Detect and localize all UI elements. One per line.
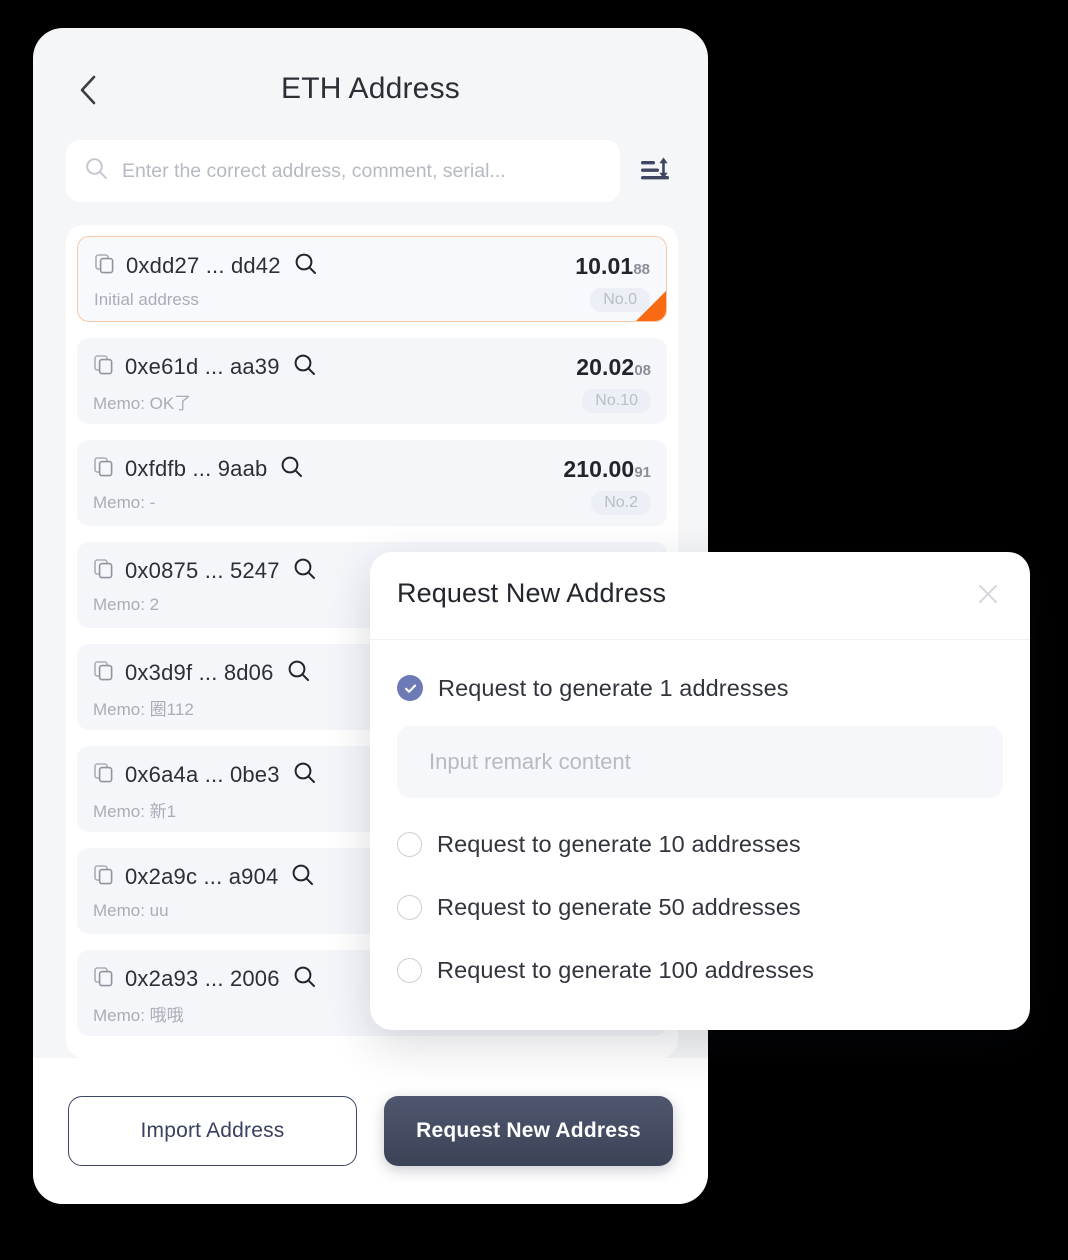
balance-main: 20.02	[576, 353, 635, 380]
balance-decimal: 91	[634, 463, 651, 481]
address-text: 0x6a4a ... 0be3	[125, 762, 280, 787]
view-address-icon[interactable]	[293, 353, 316, 381]
close-button[interactable]	[968, 576, 1008, 616]
radio-unchecked-icon	[397, 894, 422, 920]
view-address-icon[interactable]	[294, 252, 317, 280]
memo-text: Memo: OK了	[93, 393, 192, 413]
address-text: 0xe61d ... aa39	[125, 354, 280, 379]
app-header: ETH Address	[33, 28, 708, 132]
address-card[interactable]: 0xe61d ... aa39 20.02 08 Memo: OK了 No.10	[77, 338, 667, 424]
dialog-body: Request to generate 1 addresses Input re…	[370, 640, 1030, 990]
balance-main: 210.00	[563, 455, 635, 482]
address-row-bottom: Initial address No.0	[94, 285, 650, 315]
radio-unchecked-icon	[397, 831, 422, 857]
copy-icon[interactable]	[94, 253, 115, 279]
serial-badge: No.10	[582, 389, 651, 413]
memo-text: Memo: uu	[93, 901, 169, 920]
address-row-top: 0xfdfb ... 9aab 210.00 91	[93, 452, 651, 486]
view-address-icon[interactable]	[291, 863, 314, 891]
address-text: 0x0875 ... 5247	[125, 558, 280, 583]
screen: ETH Address Enter the correct address, c…	[0, 0, 1068, 1260]
address-text: 0xfdfb ... 9aab	[125, 456, 268, 481]
address-row-bottom: Memo: OK了 No.10	[93, 386, 651, 416]
address-card[interactable]: 0xdd27 ... dd42 10.01 88 Initial address	[77, 236, 667, 322]
highlight-corner-marker	[636, 291, 666, 321]
balance: 210.00 91	[563, 456, 651, 483]
radio-option-10[interactable]: Request to generate 10 addresses	[397, 824, 1003, 864]
close-icon	[975, 581, 1001, 612]
balance: 20.02 08	[576, 354, 651, 381]
search-row: Enter the correct address, comment, seri…	[66, 140, 678, 202]
dialog-header: Request New Address	[370, 552, 1030, 640]
copy-icon[interactable]	[93, 456, 114, 482]
address-text: 0x2a93 ... 2006	[125, 966, 280, 991]
memo-text: Memo: 哦哦	[93, 1005, 184, 1025]
balance-decimal: 88	[633, 260, 650, 278]
address-text: 0x2a9c ... a904	[125, 864, 279, 889]
view-address-icon[interactable]	[287, 659, 310, 687]
copy-icon[interactable]	[93, 558, 114, 584]
search-input[interactable]: Enter the correct address, comment, seri…	[122, 160, 506, 183]
remark-placeholder: Input remark content	[429, 749, 631, 774]
radio-option-1[interactable]: Request to generate 1 addresses	[397, 668, 1003, 708]
copy-icon[interactable]	[93, 660, 114, 686]
search-icon	[84, 156, 109, 186]
address-row-top: 0xe61d ... aa39 20.02 08	[93, 350, 651, 384]
address-card[interactable]: 0xfdfb ... 9aab 210.00 91 Memo: - No.2	[77, 440, 667, 526]
address-row-top: 0xdd27 ... dd42 10.01 88	[94, 249, 650, 283]
memo-text: Memo: -	[93, 493, 156, 512]
copy-icon[interactable]	[93, 864, 114, 890]
view-address-icon[interactable]	[293, 965, 316, 993]
radio-option-50[interactable]: Request to generate 50 addresses	[397, 887, 1003, 927]
footer-actions: Import Address Request New Address	[33, 1058, 708, 1204]
memo-text: Memo: 新1	[93, 801, 177, 821]
import-address-button[interactable]: Import Address	[68, 1096, 357, 1166]
serial-badge: No.2	[591, 491, 651, 515]
radio-unchecked-icon	[397, 957, 422, 983]
address-text: 0xdd27 ... dd42	[126, 253, 281, 278]
view-address-icon[interactable]	[293, 761, 316, 789]
view-address-icon[interactable]	[280, 455, 303, 483]
balance-main: 10.01	[575, 252, 634, 279]
balance: 10.01 88	[575, 253, 650, 280]
request-new-address-button[interactable]: Request New Address	[384, 1096, 673, 1166]
memo-text: Memo: 圈112	[93, 699, 194, 719]
request-new-address-dialog: Request New Address Request to generate	[370, 552, 1030, 1030]
dialog-title: Request New Address	[397, 578, 667, 608]
radio-option-label: Request to generate 1 addresses	[438, 674, 789, 701]
page-title: ETH Address	[281, 72, 460, 105]
copy-icon[interactable]	[93, 762, 114, 788]
address-row-bottom: Memo: - No.2	[93, 488, 651, 518]
radio-option-label: Request to generate 10 addresses	[437, 830, 801, 857]
search-box[interactable]: Enter the correct address, comment, seri…	[66, 140, 620, 202]
address-text: 0x3d9f ... 8d06	[125, 660, 274, 685]
radio-option-100[interactable]: Request to generate 100 addresses	[397, 950, 1003, 990]
memo-text: Memo: 2	[93, 595, 160, 614]
sort-button[interactable]	[632, 148, 678, 194]
radio-option-label: Request to generate 100 addresses	[437, 956, 814, 983]
view-address-icon[interactable]	[293, 557, 316, 585]
balance-decimal: 08	[634, 361, 651, 379]
radio-checked-icon	[397, 675, 423, 701]
sort-icon	[637, 151, 673, 192]
copy-icon[interactable]	[93, 354, 114, 380]
copy-icon[interactable]	[93, 966, 114, 992]
radio-option-label: Request to generate 50 addresses	[437, 893, 801, 920]
remark-input[interactable]: Input remark content	[397, 726, 1003, 798]
memo-text: Initial address	[94, 290, 199, 309]
